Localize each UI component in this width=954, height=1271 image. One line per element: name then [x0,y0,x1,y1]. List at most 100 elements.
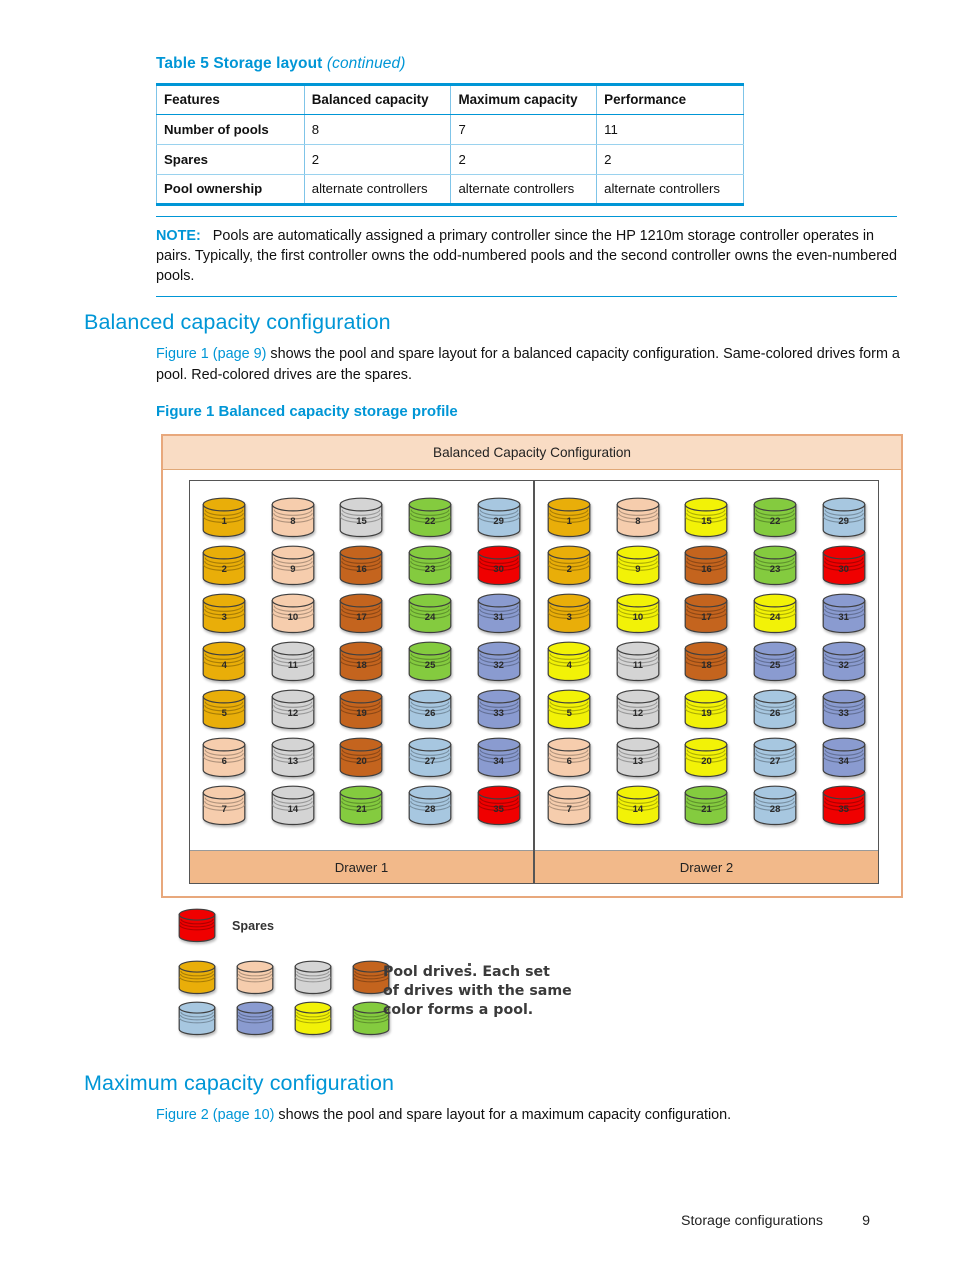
table-caption-main: Table 5 Storage layout [156,55,327,72]
cell-balanced: 2 [303,144,452,175]
drive-icon: 2 [202,545,246,586]
drive-icon: 3 [547,593,591,634]
drive-icon: 17 [684,593,728,634]
table-header-row: Features Balanced capacity Maximum capac… [156,83,744,115]
drive-icon: 32 [822,641,866,682]
drawer-1-footer: Drawer 1 [190,850,533,883]
cell-performance: 11 [596,114,744,145]
legend-spare-drive-icon [178,908,216,943]
paragraph-maximum-text: shows the pool and spare layout for a ma… [274,1107,732,1123]
drawer-2-footer: Drawer 2 [535,850,878,883]
drive-icon: 31 [822,593,866,634]
drive-icon: 9 [271,545,315,586]
figure-1-caption: Figure 1 Balanced capacity storage profi… [156,403,458,420]
legend-drive-icon [178,960,216,995]
drive-icon: 15 [684,497,728,538]
table-header-performance: Performance [596,83,744,115]
drive-icon: 30 [822,545,866,586]
drawer-2-drive-grid: 1 8 15 22 29 2 9 16 23 30 3 10 17 24 31 … [535,481,878,850]
table-header-features: Features [156,83,305,115]
drive-icon: 33 [822,689,866,730]
drive-icon: 21 [339,785,383,826]
legend-pool-description: Pool drives. Each set of drives with the… [383,963,572,1020]
drive-icon: 9 [616,545,660,586]
drive-icon: 19 [684,689,728,730]
paragraph-maximum-capacity: Figure 2 (page 10) shows the pool and sp… [156,1105,901,1126]
figure-title-bar: Balanced Capacity Configuration [163,436,901,470]
drive-icon: 7 [202,785,246,826]
legend-drive-icon [236,1001,274,1036]
drive-icon: 23 [408,545,452,586]
link-figure-1[interactable]: Figure 1 (page 9) [156,346,266,362]
drive-icon: 17 [339,593,383,634]
drive-icon: 24 [408,593,452,634]
drive-icon: 34 [822,737,866,778]
drive-icon: 29 [477,497,521,538]
table-row: Spares 2 2 2 [156,144,744,175]
drive-icon: 22 [408,497,452,538]
cell-maximum: alternate controllers [450,174,598,206]
drive-icon: 14 [616,785,660,826]
figure-1: Balanced Capacity Configuration 1 8 15 2… [161,434,903,898]
cell-maximum: 2 [450,144,598,175]
drive-icon: 7 [547,785,591,826]
drive-icon: 31 [477,593,521,634]
drive-icon: 26 [408,689,452,730]
legend-pool-line-3: color forms a pool. [383,1002,534,1018]
drive-icon: 33 [477,689,521,730]
drawer-1-label: Drawer 1 [334,859,389,875]
legend-spares: Spares [178,908,598,943]
legend-spares-row: Spares [178,908,598,943]
drive-icon: 24 [753,593,797,634]
drive-icon: 8 [271,497,315,538]
heading-balanced-capacity: Balanced capacity configuration [84,310,391,334]
cell-balanced: 8 [303,114,452,145]
drive-icon: 5 [202,689,246,730]
drive-icon: 3 [202,593,246,634]
drive-icon: 20 [684,737,728,778]
note-rule-bottom [156,296,897,297]
drive-icon: 6 [202,737,246,778]
table-caption-continued: (continued) [326,55,406,72]
drive-icon: 28 [408,785,452,826]
drive-icon: 11 [616,641,660,682]
legend-drive-icon [178,908,216,943]
drive-icon: 34 [477,737,521,778]
drive-icon: 4 [547,641,591,682]
cell-performance: alternate controllers [596,174,744,206]
table-row: Pool ownership alternate controllers alt… [156,174,744,206]
legend-spares-label: Spares [232,918,275,933]
drive-icon: 2 [547,545,591,586]
paragraph-balanced-text: shows the pool and spare layout for a ba… [156,346,900,383]
row-label: Number of pools [156,114,305,145]
note-block: NOTE: Pools are automatically assigned a… [156,216,897,297]
drive-icon: 1 [547,497,591,538]
legend-pool-line-1: Pool drives. Each set [383,964,550,980]
document-page: Table 5 Storage layout (continued) Featu… [0,0,954,1271]
drive-icon: 30 [477,545,521,586]
figure-title-text: Balanced Capacity Configuration [433,445,631,460]
legend-pool-line-2: of drives with the same [383,983,572,999]
table-caption: Table 5 Storage layout (continued) [156,55,406,73]
note-body: NOTE: Pools are automatically assigned a… [156,217,897,293]
drive-icon: 28 [753,785,797,826]
link-figure-2[interactable]: Figure 2 (page 10) [156,1107,274,1123]
drive-icon: 5 [547,689,591,730]
drawer-1: 1 8 15 22 29 2 9 16 23 30 3 10 17 24 31 … [189,480,534,884]
cell-maximum: 7 [450,114,598,145]
drive-icon: 22 [753,497,797,538]
table-row: Number of pools 8 7 11 [156,114,744,145]
drive-icon: 1 [202,497,246,538]
heading-maximum-capacity: Maximum capacity configuration [84,1071,395,1095]
drive-icon: 18 [339,641,383,682]
drive-icon: 35 [822,785,866,826]
drive-icon: 21 [684,785,728,826]
drawers-container: 1 8 15 22 29 2 9 16 23 30 3 10 17 24 31 … [189,480,879,884]
table-header-maximum: Maximum capacity [450,83,598,115]
row-label: Pool ownership [156,174,305,206]
cell-balanced: alternate controllers [303,174,452,206]
legend-drive-icon [236,960,274,995]
drive-icon: 12 [616,689,660,730]
paragraph-balanced-capacity: Figure 1 (page 9) shows the pool and spa… [156,344,901,385]
drive-icon: 25 [753,641,797,682]
